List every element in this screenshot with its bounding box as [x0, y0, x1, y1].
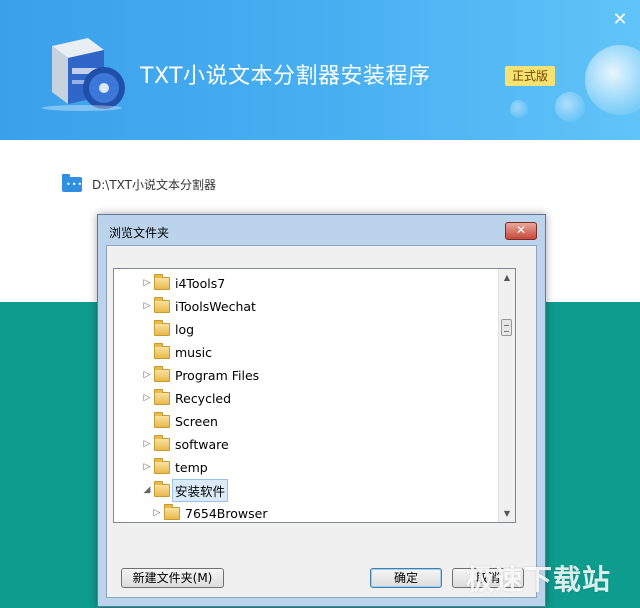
tree-item-label: iToolsWechat [175, 298, 256, 314]
tree-item[interactable]: ▷ temp [142, 456, 208, 478]
installer-close-button[interactable]: ✕ [608, 8, 632, 32]
tree-expander-icon[interactable]: ▷ [152, 508, 162, 518]
tree-item-label: log [175, 321, 195, 337]
bokeh-decoration [510, 100, 528, 118]
tree-item[interactable]: ▷ iToolsWechat [142, 295, 256, 317]
tree-expander-icon[interactable]: ▷ [142, 301, 152, 311]
install-path-row[interactable]: ••• D:\TXT小说文本分割器 [62, 173, 216, 193]
folder-icon [154, 342, 170, 359]
folder-tree-list: ▷ i4Tools7 ▷ iToolsWechat log music ▷ Program F… [114, 269, 498, 522]
folder-icon [154, 480, 170, 497]
scroll-thumb[interactable] [501, 319, 512, 336]
installer-title: TXT小说文本分割器安装程序 [140, 64, 431, 89]
tree-item[interactable]: Screen [142, 410, 218, 432]
scroll-up-icon[interactable]: ▲ [499, 269, 515, 286]
tree-item[interactable]: ◢ 安装软件 [142, 478, 229, 502]
dialog-close-button[interactable]: ✕ [505, 222, 537, 240]
bokeh-decoration [555, 92, 585, 122]
folder-icon [154, 388, 170, 405]
tree-expander-icon[interactable]: ▷ [142, 439, 152, 449]
install-path-text: D:\TXT小说文本分割器 [92, 177, 216, 192]
tree-item-label: music [175, 344, 212, 360]
scroll-down-icon[interactable]: ▼ [499, 505, 515, 522]
tree-expander-icon[interactable]: ▷ [142, 278, 152, 288]
folder-icon [154, 411, 170, 428]
tree-expander-icon[interactable]: ▷ [142, 462, 152, 472]
watermark-text: 极速下载站 [466, 563, 612, 596]
tree-scrollbar[interactable]: ▲ ▼ [498, 269, 515, 522]
tree-item-label: Recycled [175, 390, 232, 406]
tree-item[interactable]: log [142, 318, 194, 340]
tree-item-label: 安装软件 [172, 478, 229, 502]
tree-expander-icon[interactable]: ▷ [142, 370, 152, 380]
folder-tree[interactable]: ▷ i4Tools7 ▷ iToolsWechat log music ▷ Program F… [113, 268, 516, 523]
folder-icon [164, 503, 180, 520]
edition-badge: 正式版 [505, 66, 555, 86]
bokeh-decoration [585, 45, 640, 115]
dialog-title: 浏览文件夹 [109, 226, 170, 240]
folder-icon [154, 457, 170, 474]
folder-icon [154, 273, 170, 290]
installer-box-icon [42, 38, 125, 111]
tree-item[interactable]: ▷ Program Files [142, 364, 259, 386]
tree-item[interactable]: ▷ i4Tools7 [142, 272, 225, 294]
folder-browse-icon[interactable]: ••• [62, 173, 82, 192]
installer-header: TXT小说文本分割器安装程序 正式版 ✕ [0, 0, 640, 140]
tree-item-label: 7654Browser [185, 505, 268, 521]
tree-expander-icon[interactable]: ▷ [142, 393, 152, 403]
tree-item-label: temp [175, 459, 208, 475]
folder-icon [154, 365, 170, 382]
tree-item[interactable]: music [142, 341, 212, 363]
tree-item[interactable]: ▷ software [142, 433, 229, 455]
tree-item[interactable]: ▷ Recycled [142, 387, 231, 409]
tree-item-label: i4Tools7 [175, 275, 226, 291]
ok-button[interactable]: 确定 [370, 568, 442, 588]
tree-item[interactable]: ▷ 7654Browser [152, 502, 268, 522]
tree-item-label: software [175, 436, 229, 452]
folder-icon [154, 296, 170, 313]
tree-item-label: Screen [175, 413, 218, 429]
tree-expander-icon[interactable]: ◢ [142, 485, 152, 495]
folder-icon [154, 434, 170, 451]
tree-item-label: Program Files [175, 367, 260, 383]
browse-folder-dialog: 浏览文件夹 ✕ ▷ i4Tools7 ▷ iToolsWechat log music ▷ P… [97, 214, 546, 607]
folder-icon [154, 319, 170, 336]
new-folder-button[interactable]: 新建文件夹(M) [121, 568, 224, 588]
